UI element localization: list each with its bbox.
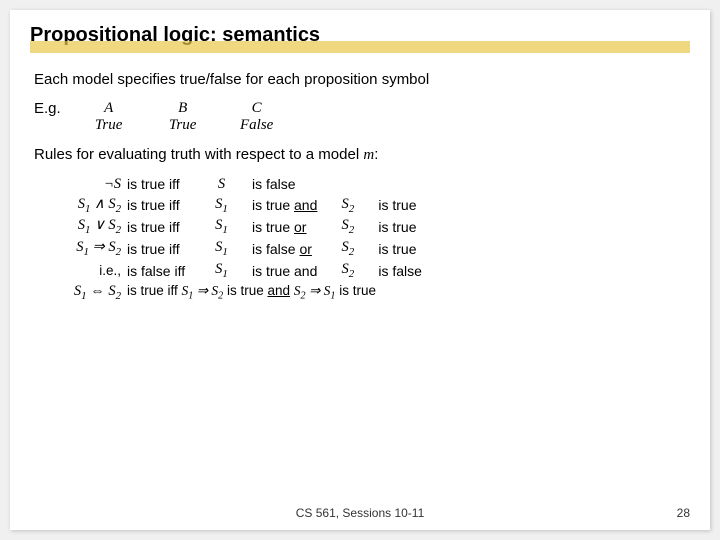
rule-s1-or: S1 bbox=[194, 216, 249, 238]
rule-cond-and: is true and bbox=[249, 194, 320, 216]
eg-label: E.g. bbox=[34, 100, 61, 117]
eg-var-c: C bbox=[232, 100, 282, 117]
rule-s2-ie: S2 bbox=[320, 260, 375, 282]
rule-s1-and: S1 bbox=[194, 194, 249, 216]
eg-var-a: A bbox=[84, 100, 134, 117]
rule-formula-and: S1 ∧ S2 bbox=[34, 194, 124, 216]
rule-row-implies: S1 ⇒ S2 is true iff S1 is false or S2 is… bbox=[34, 238, 686, 260]
eg-val-a: True bbox=[84, 117, 134, 134]
rule-rest-implies: is true bbox=[375, 238, 445, 260]
rule-s2-implies: S2 bbox=[320, 238, 375, 260]
rule-s1-implies: S1 bbox=[194, 238, 249, 260]
rule-rest-or: is true bbox=[375, 216, 445, 238]
rules-table: ¬S is true iff S is false S1 ∧ S2 is tru… bbox=[34, 174, 686, 303]
rule-s2-and: S2 bbox=[320, 194, 375, 216]
eg-vals-row: True True False bbox=[84, 117, 282, 134]
rule-cond-ie: is true and bbox=[249, 260, 320, 282]
footer-text: CS 561, Sessions 10-11 bbox=[296, 506, 425, 520]
slide-content: Each model specifies true/false for each… bbox=[10, 53, 710, 313]
rule-isTrue-ie: is false iff bbox=[124, 260, 194, 282]
eg-val-b: True bbox=[158, 117, 208, 134]
rule-s2-or: S2 bbox=[320, 216, 375, 238]
rule-rest-and: is true bbox=[375, 194, 445, 216]
eg-vars-row: A B C bbox=[84, 100, 282, 117]
rule-isTrue-or: is true iff bbox=[124, 216, 194, 238]
rule-iff-full: is true iff S1 ⇒ S2 is true and S2 ⇒ S1 … bbox=[124, 282, 686, 304]
slide: Propositional logic: semantics Each mode… bbox=[10, 10, 710, 530]
rule-formula-iff: S1 ⇔ S2 bbox=[34, 282, 124, 304]
eg-var-b: B bbox=[158, 100, 208, 117]
rule-cond-or: is true or bbox=[249, 216, 320, 238]
example-block: E.g. A B C True True False bbox=[34, 100, 686, 134]
intro-text: Each model specifies true/false for each… bbox=[34, 71, 686, 88]
rule-formula-not: ¬S bbox=[34, 174, 124, 194]
rule-formula-ie: i.e., bbox=[34, 260, 124, 282]
rule-row-and: S1 ∧ S2 is true iff S1 is true and S2 is… bbox=[34, 194, 686, 216]
rule-formula-implies: S1 ⇒ S2 bbox=[34, 238, 124, 260]
rule-isTrue-implies: is true iff bbox=[124, 238, 194, 260]
rule-row-iff: S1 ⇔ S2 is true iff S1 ⇒ S2 is true and … bbox=[34, 282, 686, 304]
rule-row-not: ¬S is true iff S is false bbox=[34, 174, 686, 194]
rule-cond-not: is false bbox=[249, 174, 320, 194]
eg-table: A B C True True False bbox=[84, 100, 282, 134]
title-bar: Propositional logic: semantics bbox=[10, 10, 710, 53]
rules-m-var: m bbox=[363, 147, 374, 163]
rule-isTrue-not: is true iff bbox=[124, 174, 194, 194]
rule-formula-or: S1 ∨ S2 bbox=[34, 216, 124, 238]
slide-footer: CS 561, Sessions 10-11 bbox=[10, 506, 710, 520]
eg-val-c: False bbox=[232, 117, 282, 134]
rule-s1-not: S bbox=[194, 174, 249, 194]
rule-s1-ie: S1 bbox=[194, 260, 249, 282]
title-underline-decoration bbox=[30, 41, 690, 53]
slide-page-number: 28 bbox=[677, 506, 690, 520]
rule-cond-implies: is false or bbox=[249, 238, 320, 260]
rules-intro: Rules for evaluating truth with respect … bbox=[34, 146, 686, 164]
rule-row-or: S1 ∨ S2 is true iff S1 is true or S2 is … bbox=[34, 216, 686, 238]
rule-isTrue-and: is true iff bbox=[124, 194, 194, 216]
rule-row-ie: i.e., is false iff S1 is true and S2 is … bbox=[34, 260, 686, 282]
rule-rest-ie: is false bbox=[375, 260, 445, 282]
